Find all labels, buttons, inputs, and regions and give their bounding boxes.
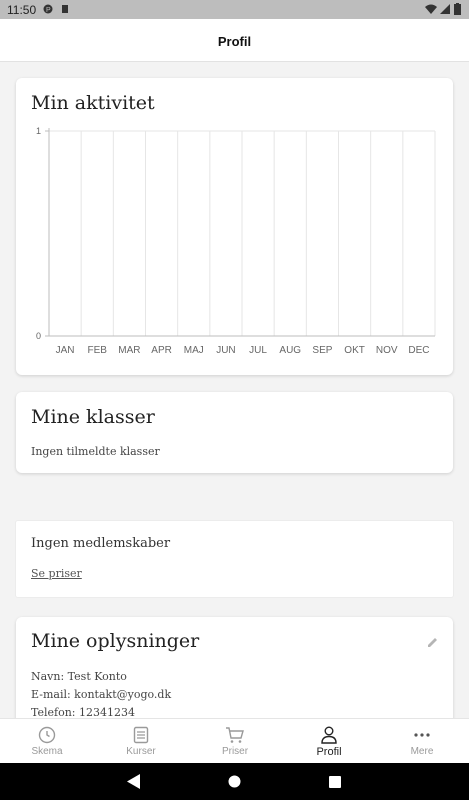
recents-icon[interactable]: [329, 776, 341, 788]
chart-x-tick-label: OKT: [344, 345, 365, 356]
app-header: Profil: [0, 19, 469, 62]
chart-x-tick-label: APR: [151, 345, 172, 356]
status-time: 11:50: [7, 3, 37, 17]
activity-chart: 0 1 JAN FEB MAR APR MAJ JUN JUL AUG SEP OKT NOV DEC: [36, 126, 436, 356]
home-icon[interactable]: [228, 775, 241, 788]
chart-x-tick-label: MAJ: [184, 345, 204, 356]
nav-item-priser[interactable]: Priser: [188, 719, 282, 764]
edit-pencil-icon[interactable]: [427, 636, 439, 648]
nav-label-skema: Skema: [31, 746, 63, 757]
see-prices-link[interactable]: Se priser: [31, 567, 82, 580]
chart-x-tick-label: NOV: [376, 345, 398, 356]
person-icon: [321, 726, 337, 744]
back-icon[interactable]: [127, 774, 141, 789]
memberships-empty-text: Ingen medlemskaber: [31, 536, 171, 551]
battery-icon: [454, 3, 461, 15]
chart-x-tick-label: DEC: [408, 345, 429, 356]
chart-x-tick-label: SEP: [312, 345, 332, 356]
nav-item-skema[interactable]: Skema: [0, 719, 94, 764]
chart-x-tick-label: MAR: [118, 345, 140, 356]
info-title: Mine oplysninger: [31, 630, 200, 652]
notification-p-icon: P: [43, 4, 53, 14]
bottom-nav: Skema Kurser Priser Profil Mere: [0, 718, 469, 763]
cart-icon: [226, 727, 244, 743]
chart-y-tick-label: 0: [36, 331, 41, 341]
classes-card: Mine klasser Ingen tilmeldte klasser: [16, 392, 453, 473]
activity-card: Min aktivitet 0 1 JAN FEB MAR APR MAJ JUN JUL AUG…: [16, 78, 453, 375]
nav-item-mere[interactable]: Mere: [375, 719, 469, 764]
info-card: Mine oplysninger Navn: Test Konto E-mail…: [16, 617, 453, 718]
chart-x-tick-label: FEB: [88, 345, 108, 356]
status-bar: 11:50 P: [0, 0, 469, 19]
info-phone: Telefon: 12341234: [31, 706, 135, 718]
chart-y-tick-label: 1: [36, 126, 41, 136]
signal-icon: [440, 4, 450, 14]
svg-text:P: P: [46, 7, 51, 14]
chart-x-tick-label: JAN: [56, 345, 75, 356]
page-title: Profil: [217, 34, 252, 49]
wifi-icon: [425, 4, 437, 14]
nav-label-profil: Profil: [316, 746, 342, 758]
memberships-card: Ingen medlemskaber Se priser: [16, 521, 453, 597]
chart-x-tick-label: JUN: [216, 345, 235, 356]
nav-label-priser: Priser: [221, 746, 249, 757]
more-dots-icon: [414, 733, 430, 737]
classes-empty-text: Ingen tilmeldte klasser: [31, 445, 160, 458]
classes-title: Mine klasser: [31, 406, 155, 428]
chart-x-tick-label: AUG: [279, 345, 301, 356]
profile-content[interactable]: Min aktivitet 0 1 JAN FEB MAR APR MAJ JUN JUL AUG…: [0, 62, 469, 718]
clock-icon: [38, 726, 56, 744]
nav-label-mere: Mere: [410, 746, 434, 757]
sd-card-icon: [62, 5, 68, 13]
info-email: E-mail: kontakt@yogo.dk: [31, 688, 172, 701]
nav-item-kurser[interactable]: Kurser: [94, 719, 188, 764]
nav-item-profil[interactable]: Profil: [282, 719, 376, 764]
chart-x-tick-label: JUL: [249, 345, 267, 356]
nav-label-kurser: Kurser: [126, 746, 156, 757]
list-icon: [133, 726, 149, 744]
info-name: Navn: Test Konto: [31, 670, 127, 683]
system-nav-bar: [0, 763, 469, 800]
